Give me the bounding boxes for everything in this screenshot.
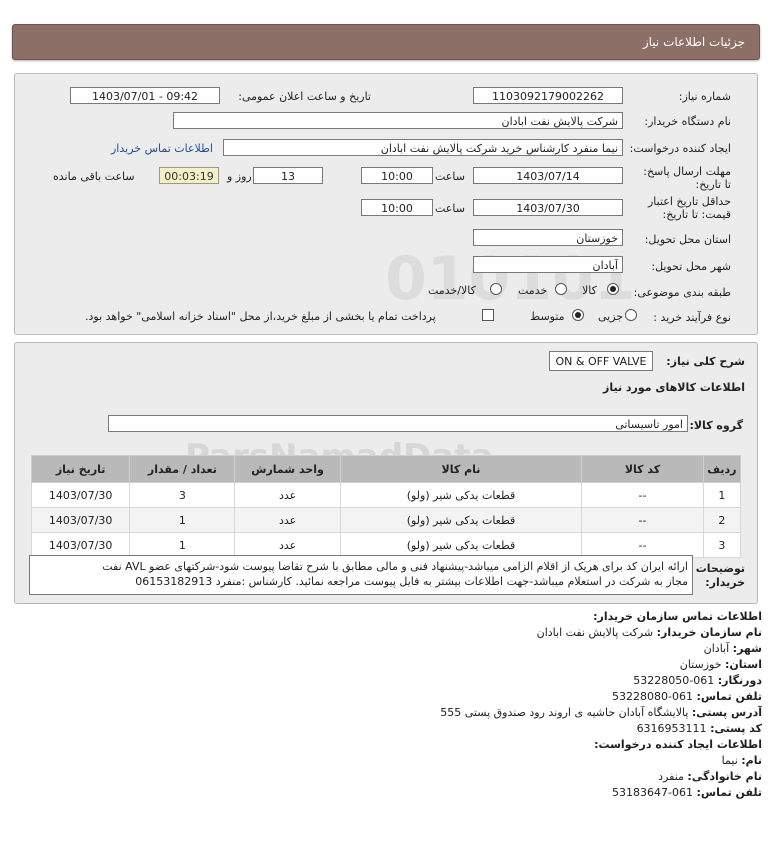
cell-item-code: -- <box>581 532 704 558</box>
cell-quantity: 3 <box>129 482 236 508</box>
days-field[interactable]: 13 <box>253 167 323 184</box>
process-radio-medium[interactable] <box>572 309 584 321</box>
announce-field[interactable]: 1403/07/01 - 09:42 <box>70 87 220 104</box>
category-both-label: کالا/خدمت <box>428 284 476 297</box>
cell-row: 2 <box>702 507 742 533</box>
deadline-date-field[interactable]: 1403/07/14 <box>473 167 623 184</box>
creator-field[interactable]: نیما منفرد کارشناس خرید شرکت پالایش نفت … <box>223 139 623 156</box>
need-number-label: شماره نیاز: <box>678 90 731 103</box>
cell-row: 3 <box>702 532 742 558</box>
category-goods-label: کالا <box>582 284 597 297</box>
cell-unit: عدد <box>234 507 341 533</box>
page-title: جزئیات اطلاعات نیاز <box>642 35 745 49</box>
col-quantity: تعداد / مقدار <box>129 455 236 483</box>
contact-title: اطلاعات تماس سازمان خریدار: <box>593 610 762 623</box>
goods-info-title: اطلاعات کالاهای مورد نیاز <box>603 381 745 394</box>
cell-item-name: قطعات یدکی شیر (ولو) <box>339 532 583 558</box>
deadline-label: مهلت ارسال پاسخ: تا تاریخ: <box>643 165 731 191</box>
watermark-logo: 010101 <box>385 244 636 314</box>
category-radio-service[interactable] <box>555 283 567 295</box>
creator-label: ایجاد کننده درخواست: <box>629 142 731 155</box>
contact-city: شهر: آبادان <box>703 642 762 655</box>
cell-unit: عدد <box>234 532 341 558</box>
remaining-label: ساعت باقی مانده <box>53 170 135 183</box>
table-row[interactable]: 1403/07/30 1 عدد قطعات یدکی شیر (ولو) --… <box>30 532 742 558</box>
province-label: استان محل تحویل: <box>644 233 731 246</box>
need-info-panel: 010101 شماره نیاز: 1103092179002262 تاری… <box>14 73 758 335</box>
buyer-notes-line-2: مجاز به شرکت در استعلام میباشد-جهت اطلاع… <box>135 575 688 588</box>
process-radio-small[interactable] <box>625 309 637 321</box>
contact-province: استان: خوزستان <box>679 658 762 671</box>
creator-name: نام: نیما <box>721 754 762 767</box>
deadline-time-label: ساعت <box>435 170 465 183</box>
col-row: ردیف <box>702 455 742 483</box>
contact-phone: تلفن تماس: 061-53228080 <box>612 690 762 703</box>
cell-quantity: 1 <box>129 532 236 558</box>
validity-time-field[interactable]: 10:00 <box>361 199 433 216</box>
announce-label: تاریخ و ساعت اعلان عمومی: <box>238 90 371 103</box>
col-need-date: تاریخ نیاز <box>30 455 131 483</box>
treasury-payment-checkbox[interactable] <box>482 309 494 321</box>
cell-item-code: -- <box>581 482 704 508</box>
cell-need-date: 1403/07/30 <box>30 532 131 558</box>
treasury-payment-text: پرداخت تمام یا بخشی از مبلغ خرید،از محل … <box>85 310 436 323</box>
validity-time-label: ساعت <box>435 202 465 215</box>
need-number-field[interactable]: 1103092179002262 <box>473 87 623 104</box>
buyer-org-label: نام دستگاه خریدار: <box>644 115 731 128</box>
cell-unit: عدد <box>234 482 341 508</box>
contact-address: آدرس پستی: پالایشگاه آبادان حاشیه ی ارون… <box>440 706 762 719</box>
deadline-time-field[interactable]: 10:00 <box>361 167 433 184</box>
city-field[interactable]: آبادان <box>473 256 623 273</box>
contact-section: اطلاعات تماس سازمان خریدار: نام سازمان خ… <box>0 606 770 841</box>
cell-need-date: 1403/07/30 <box>30 482 131 508</box>
creator-phone: تلفن تماس: 061-53183647 <box>612 786 762 799</box>
validity-date-field[interactable]: 1403/07/30 <box>473 199 623 216</box>
cell-item-name: قطعات یدکی شیر (ولو) <box>339 482 583 508</box>
province-field[interactable]: خوزستان <box>473 229 623 246</box>
cell-row: 1 <box>702 482 742 508</box>
remaining-timer: 00:03:19 <box>159 167 219 184</box>
contact-fax: دورنگار: 061-53228050 <box>633 674 762 687</box>
goods-table-header: تاریخ نیاز تعداد / مقدار واحد شمارش نام … <box>30 455 742 483</box>
buyer-contact-link[interactable]: اطلاعات تماس خریدار <box>111 142 213 155</box>
process-small-label: جزیی <box>598 310 624 323</box>
creator-family: نام خانوادگی: منفرد <box>658 770 762 783</box>
goods-table: تاریخ نیاز تعداد / مقدار واحد شمارش نام … <box>30 455 742 558</box>
summary-label: شرح کلی نیاز: <box>666 355 745 368</box>
creator-info-title: اطلاعات ایجاد کننده درخواست: <box>594 738 762 751</box>
col-item-code: کد کالا <box>581 455 704 483</box>
table-row[interactable]: 1403/07/30 3 عدد قطعات یدکی شیر (ولو) --… <box>30 482 742 508</box>
category-radio-both[interactable] <box>490 283 502 295</box>
category-service-label: خدمت <box>518 284 548 297</box>
buyer-notes-box: ارائه ایران کد برای هریک از اقلام الزامی… <box>29 555 693 595</box>
cell-item-name: قطعات یدکی شیر (ولو) <box>339 507 583 533</box>
buyer-notes-line-1: ارائه ایران کد برای هریک از اقلام الزامی… <box>102 560 688 573</box>
goods-group-label: گروه کالا: <box>689 419 743 432</box>
contact-postal: کد پستی: 6316953111 <box>636 722 762 735</box>
category-label: طبقه بندی موضوعی: <box>633 286 731 299</box>
process-label: نوع فرآیند خرید : <box>653 311 731 324</box>
summary-field[interactable]: ON & OFF VALVE <box>549 351 653 371</box>
category-radio-goods[interactable] <box>607 283 619 295</box>
page-header: جزئیات اطلاعات نیاز <box>12 24 760 60</box>
process-medium-label: متوسط <box>530 310 565 323</box>
col-item-name: نام کالا <box>339 455 583 483</box>
cell-item-code: -- <box>581 507 704 533</box>
goods-group-field[interactable]: امور تاسیساتی <box>108 415 688 432</box>
days-label: روز و <box>227 170 252 183</box>
cell-need-date: 1403/07/30 <box>30 507 131 533</box>
need-details-panel: ParsNamadData شرح کلی نیاز: ON & OFF VAL… <box>14 342 758 604</box>
contact-org: نام سازمان خریدار: شرکت پالایش نفت ابادا… <box>536 626 762 639</box>
col-unit: واحد شمارش <box>234 455 341 483</box>
table-row[interactable]: 1403/07/30 1 عدد قطعات یدکی شیر (ولو) --… <box>30 507 742 533</box>
cell-quantity: 1 <box>129 507 236 533</box>
validity-label: حداقل تاریخ اعتبار قیمت: تا تاریخ: <box>647 195 731 221</box>
city-label: شهر محل تحویل: <box>651 260 731 273</box>
buyer-notes-label: توضیحات خریدار: <box>695 562 745 589</box>
buyer-org-field[interactable]: شرکت پالایش نفت ابادان <box>173 112 623 129</box>
